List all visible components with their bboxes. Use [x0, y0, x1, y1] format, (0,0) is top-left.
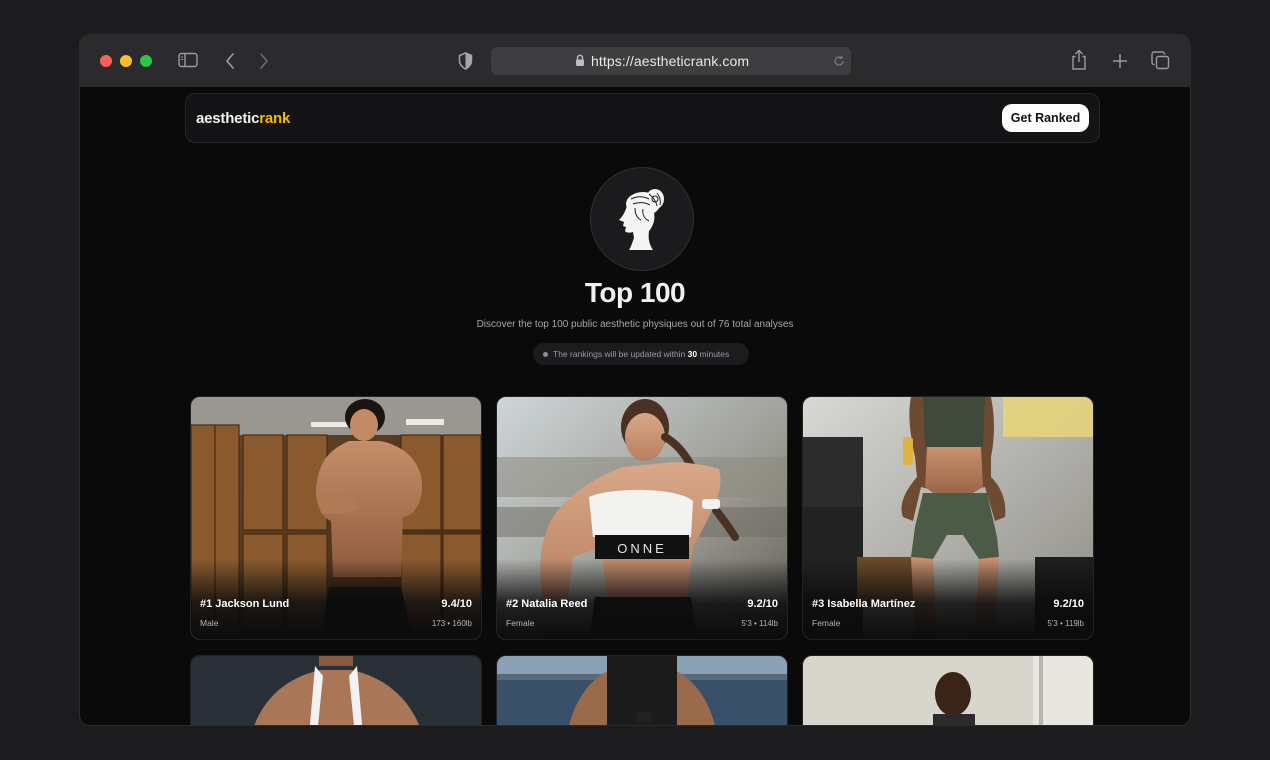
logo-text-accent: rank	[259, 110, 291, 127]
get-ranked-button[interactable]: Get Ranked	[1002, 104, 1089, 132]
card-photo	[497, 656, 787, 725]
new-tab-icon[interactable]	[1112, 53, 1128, 69]
ranking-card[interactable]	[802, 655, 1094, 725]
forward-icon[interactable]	[258, 52, 270, 70]
address-bar[interactable]: https://aestheticrank.com	[491, 47, 851, 75]
update-prefix: The rankings will be updated within	[553, 349, 688, 359]
card-gender: Male	[200, 618, 219, 628]
card-name: #3 Isabella Martínez	[812, 598, 916, 610]
card-photo	[803, 656, 1093, 725]
browser-window: https://aestheticrank.com aestheticrank …	[80, 35, 1190, 725]
close-window-button[interactable]	[100, 55, 112, 67]
page-title: Top 100	[584, 277, 686, 308]
site-logo[interactable]: aestheticrank	[196, 110, 290, 127]
page-content: aestheticrank Get Ranked Top 100 Discove…	[80, 87, 1190, 725]
card-score: 9.2/10	[747, 598, 778, 610]
page-subtitle: Discover the top 100 public aesthetic ph…	[476, 319, 794, 330]
card-stats: 5'3 • 119lb	[1047, 619, 1084, 628]
update-status-pill: The rankings will be updated within 30 m…	[533, 343, 749, 365]
card-score: 9.4/10	[441, 598, 472, 610]
greek-bust-icon	[590, 167, 694, 271]
card-name: #2 Natalia Reed	[506, 598, 588, 610]
update-status-text: The rankings will be updated within 30 m…	[553, 349, 729, 359]
shield-icon[interactable]	[458, 52, 473, 70]
update-suffix: minutes	[697, 349, 730, 359]
back-icon[interactable]	[224, 52, 236, 70]
card-photo	[191, 656, 481, 725]
site-navbar: aestheticrank Get Ranked	[185, 93, 1100, 143]
sidebar-icon[interactable]	[178, 52, 198, 68]
svg-text:ONNE: ONNE	[617, 541, 667, 556]
status-dot	[543, 351, 548, 357]
reload-icon[interactable]	[833, 55, 845, 67]
ranking-card[interactable]: ONNE #2 Natalia Reed 9.2/10 Female 5'3 •…	[496, 396, 788, 640]
card-gender: Female	[506, 618, 535, 628]
ranking-card[interactable]: #1 Jackson Lund 9.4/10 Male 173 • 160lb	[190, 396, 482, 640]
update-minutes: 30	[687, 349, 698, 359]
card-name: #1 Jackson Lund	[200, 598, 290, 610]
ranking-card[interactable]: #3 Isabella Martínez 9.2/10 Female 5'3 •…	[802, 396, 1094, 640]
minimize-window-button[interactable]	[120, 55, 132, 67]
card-stats: 173 • 160lb	[431, 619, 472, 628]
tabs-icon[interactable]	[1151, 51, 1170, 70]
url-text: https://aestheticrank.com	[591, 53, 750, 69]
card-score: 9.2/10	[1053, 598, 1084, 610]
ranking-card[interactable]	[496, 655, 788, 725]
card-stats: 5'3 • 114lb	[741, 619, 778, 628]
share-icon[interactable]	[1070, 49, 1088, 71]
logo-text-primary: aesthetic	[196, 110, 260, 127]
browser-toolbar: https://aestheticrank.com	[80, 35, 1190, 88]
ranking-card[interactable]	[190, 655, 482, 725]
card-gender: Female	[812, 618, 841, 628]
lock-icon	[576, 54, 584, 66]
maximize-window-button[interactable]	[140, 55, 152, 67]
